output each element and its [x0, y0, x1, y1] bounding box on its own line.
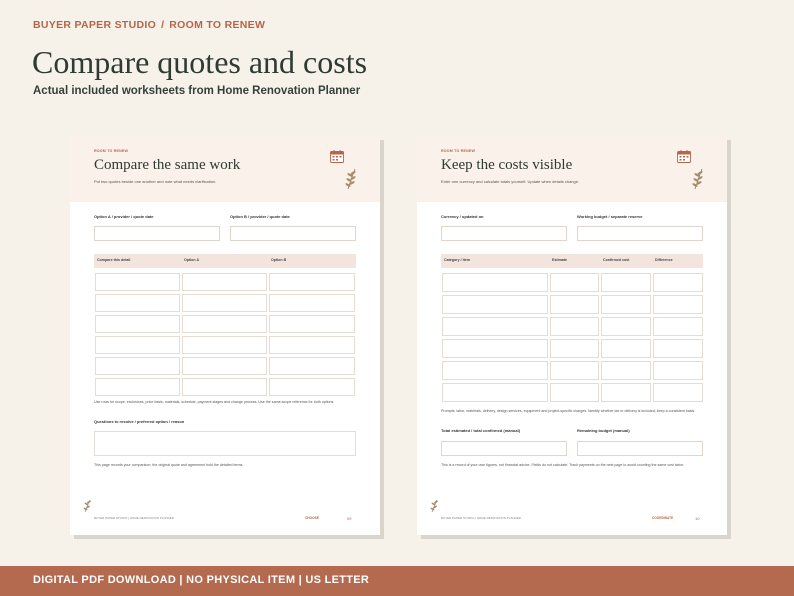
table-cell[interactable] [95, 273, 180, 291]
breadcrumb-section: ROOM TO RENEW [169, 19, 266, 31]
sheet-kicker: ROOM TO RENEW [94, 149, 129, 153]
sheet-kicker: ROOM TO RENEW [441, 149, 476, 153]
worksheet-compare-quotes: ROOM TO RENEW Compare the same work Put … [70, 136, 380, 535]
column-header: Option A [184, 258, 200, 262]
sheet-title: Compare the same work [94, 157, 241, 173]
remaining-budget-field[interactable] [577, 441, 703, 456]
leaf-sprig-icon [83, 499, 91, 513]
table-cell[interactable] [601, 273, 651, 292]
page-title: Compare quotes and costs [32, 44, 368, 80]
column-header: Difference [655, 258, 673, 262]
worksheet-cost-tracker: ROOM TO RENEW Keep the costs visible Ent… [417, 136, 727, 535]
table-cell[interactable] [269, 294, 355, 312]
table-cell[interactable] [182, 378, 267, 396]
table-cell[interactable] [95, 357, 180, 375]
leaf-sprig-icon [345, 168, 356, 190]
table-cell[interactable] [550, 273, 599, 292]
sheet-title: Keep the costs visible [441, 157, 573, 173]
table-cell[interactable] [442, 295, 548, 314]
sheet-header: ROOM TO RENEW Compare the same work Put … [70, 136, 380, 202]
table-cell[interactable] [653, 383, 703, 402]
calendar-icon [677, 150, 691, 163]
questions-field[interactable] [94, 431, 356, 456]
table-cell[interactable] [653, 273, 703, 292]
sheet-header: ROOM TO RENEW Keep the costs visible Ent… [417, 136, 727, 202]
calendar-icon [330, 150, 344, 163]
currency-label: Currency / updated on [441, 214, 484, 219]
leaf-sprig-icon [430, 499, 438, 513]
currency-field[interactable] [441, 226, 567, 241]
table-cell[interactable] [442, 361, 548, 380]
sheet-description: Enter one currency and calculate totals … [441, 179, 580, 184]
column-header: Estimate [552, 258, 567, 262]
table-cell[interactable] [601, 317, 651, 336]
page-subtitle: Actual included worksheets from Home Ren… [33, 85, 361, 97]
option-a-field[interactable] [94, 226, 220, 241]
total-estimated-label: Total estimated / total confirmed (manua… [441, 428, 521, 433]
table-cell[interactable] [653, 361, 703, 380]
sheet-footer-section: COORDINATE [652, 516, 674, 520]
remaining-budget-label: Remaining budget (manual) [577, 428, 630, 433]
table-cell[interactable] [653, 317, 703, 336]
table-cell[interactable] [95, 336, 180, 354]
table-cell[interactable] [550, 361, 599, 380]
table-cell[interactable] [182, 273, 267, 291]
table-cell[interactable] [601, 361, 651, 380]
table-cell[interactable] [550, 339, 599, 358]
table-cell[interactable] [442, 339, 548, 358]
table-cell[interactable] [182, 336, 267, 354]
option-a-label: Option A / provider / quote date [94, 214, 154, 219]
table-cell[interactable] [182, 315, 267, 333]
breadcrumb: BUYER PAPER STUDIO / ROOM TO RENEW [33, 19, 265, 31]
table-note: Use rows for scope, exclusions, price ba… [94, 400, 335, 404]
table-cell[interactable] [550, 295, 599, 314]
table-cell[interactable] [653, 339, 703, 358]
sheet-footer-brand: BUYER PAPER STUDIO | HOME RENOVATION PLA… [441, 516, 521, 520]
column-header: Confirmed cost [603, 258, 630, 262]
table-cell[interactable] [442, 317, 548, 336]
budget-label: Working budget / separate reserve [577, 214, 643, 219]
table-cell[interactable] [550, 317, 599, 336]
table-cell[interactable] [601, 295, 651, 314]
table-cell[interactable] [269, 315, 355, 333]
table-cell[interactable] [653, 295, 703, 314]
table-header: Compare this detail Option A Option B [94, 254, 356, 268]
table-cell[interactable] [442, 273, 548, 292]
budget-field[interactable] [577, 226, 703, 241]
table-cell[interactable] [95, 378, 180, 396]
column-header: Compare this detail [97, 258, 131, 262]
table-cell[interactable] [182, 294, 267, 312]
format-banner: DIGITAL PDF DOWNLOAD | NO PHYSICAL ITEM … [0, 566, 794, 596]
total-estimated-field[interactable] [441, 441, 567, 456]
table-cell[interactable] [601, 339, 651, 358]
table-cell[interactable] [95, 294, 180, 312]
table-cell[interactable] [95, 315, 180, 333]
sheet-description: Put two quotes beside one another and no… [94, 179, 217, 184]
sheet-footnote: This page records your comparison; the o… [94, 463, 244, 467]
breadcrumb-separator: / [161, 19, 165, 31]
sheet-footnote: This is a record of your own figures, no… [441, 463, 685, 467]
table-cell[interactable] [550, 383, 599, 402]
table-cell[interactable] [442, 383, 548, 402]
table-note: Prompts: labor, materials, delivery, des… [441, 409, 696, 413]
column-header: Category / item [444, 258, 470, 262]
table-cell[interactable] [269, 336, 355, 354]
table-cell[interactable] [269, 357, 355, 375]
table-cell[interactable] [601, 383, 651, 402]
leaf-sprig-icon [692, 168, 703, 190]
format-banner-text: DIGITAL PDF DOWNLOAD | NO PHYSICAL ITEM … [33, 574, 370, 586]
option-b-field[interactable] [230, 226, 356, 241]
table-cell[interactable] [269, 273, 355, 291]
table-cell[interactable] [269, 378, 355, 396]
option-b-label: Option B / provider / quote date [230, 214, 290, 219]
table-cell[interactable] [182, 357, 267, 375]
breadcrumb-brand: BUYER PAPER STUDIO [33, 19, 157, 31]
sheet-footer-brand: BUYER PAPER STUDIO | HOME RENOVATION PLA… [94, 516, 174, 520]
sheet-footer-section: CHOOSE [305, 516, 319, 520]
table-header: Category / item Estimate Confirmed cost … [441, 254, 703, 268]
questions-label: Questions to resolve / preferred option … [94, 419, 185, 424]
column-header: Option B [271, 258, 287, 262]
sheet-page-number: 10 [695, 516, 700, 521]
sheet-page-number: 09 [347, 516, 352, 521]
